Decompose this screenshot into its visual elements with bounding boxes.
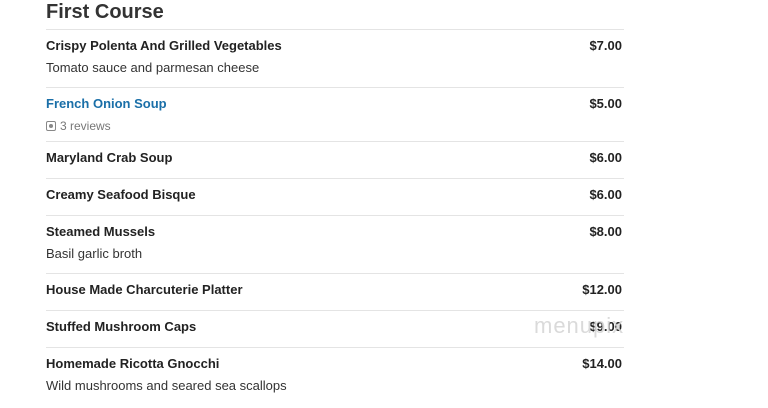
item-name: House Made Charcuterie Platter xyxy=(46,282,243,297)
menu-item: Creamy Seafood Bisque $6.00 xyxy=(46,179,624,216)
item-name: Homemade Ricotta Gnocchi xyxy=(46,356,220,371)
menu-item: Homemade Ricotta Gnocchi $14.00 Wild mus… xyxy=(46,348,624,406)
reviews-link[interactable]: 3 reviews xyxy=(46,118,624,134)
item-description: Tomato sauce and parmesan cheese xyxy=(46,60,260,75)
item-price: $8.00 xyxy=(589,224,622,239)
item-description: Basil garlic broth xyxy=(46,246,143,261)
reviews-count: 3 reviews xyxy=(60,119,111,133)
menu-item: Crispy Polenta And Grilled Vegetables $7… xyxy=(46,30,624,88)
menu-item: Steamed Mussels $8.00 Basil garlic broth xyxy=(46,216,624,274)
item-price: $12.00 xyxy=(582,282,622,297)
item-name: Crispy Polenta And Grilled Vegetables xyxy=(46,38,282,53)
item-price: $7.00 xyxy=(589,38,622,53)
item-price: $6.00 xyxy=(589,150,622,165)
item-description: Wild mushrooms and seared sea scallops xyxy=(46,378,287,393)
item-name: Creamy Seafood Bisque xyxy=(46,187,196,202)
menu-item: French Onion Soup $5.00 3 reviews xyxy=(46,88,624,142)
menupix-watermark: menupix xyxy=(534,313,625,338)
item-price: $6.00 xyxy=(589,187,622,202)
item-price: $5.00 xyxy=(589,96,622,111)
item-price: $14.00 xyxy=(582,356,622,371)
item-name: Maryland Crab Soup xyxy=(46,150,173,165)
menu-section: First Course Crispy Polenta And Grilled … xyxy=(46,0,624,406)
menu-item: House Made Charcuterie Platter $12.00 xyxy=(46,274,624,311)
item-name: Steamed Mussels xyxy=(46,224,156,239)
item-name-link[interactable]: French Onion Soup xyxy=(46,96,167,112)
section-title: First Course xyxy=(46,0,624,30)
menu-item: Maryland Crab Soup $6.00 xyxy=(46,142,624,179)
review-icon xyxy=(46,121,56,131)
item-name: Stuffed Mushroom Caps xyxy=(46,319,197,334)
